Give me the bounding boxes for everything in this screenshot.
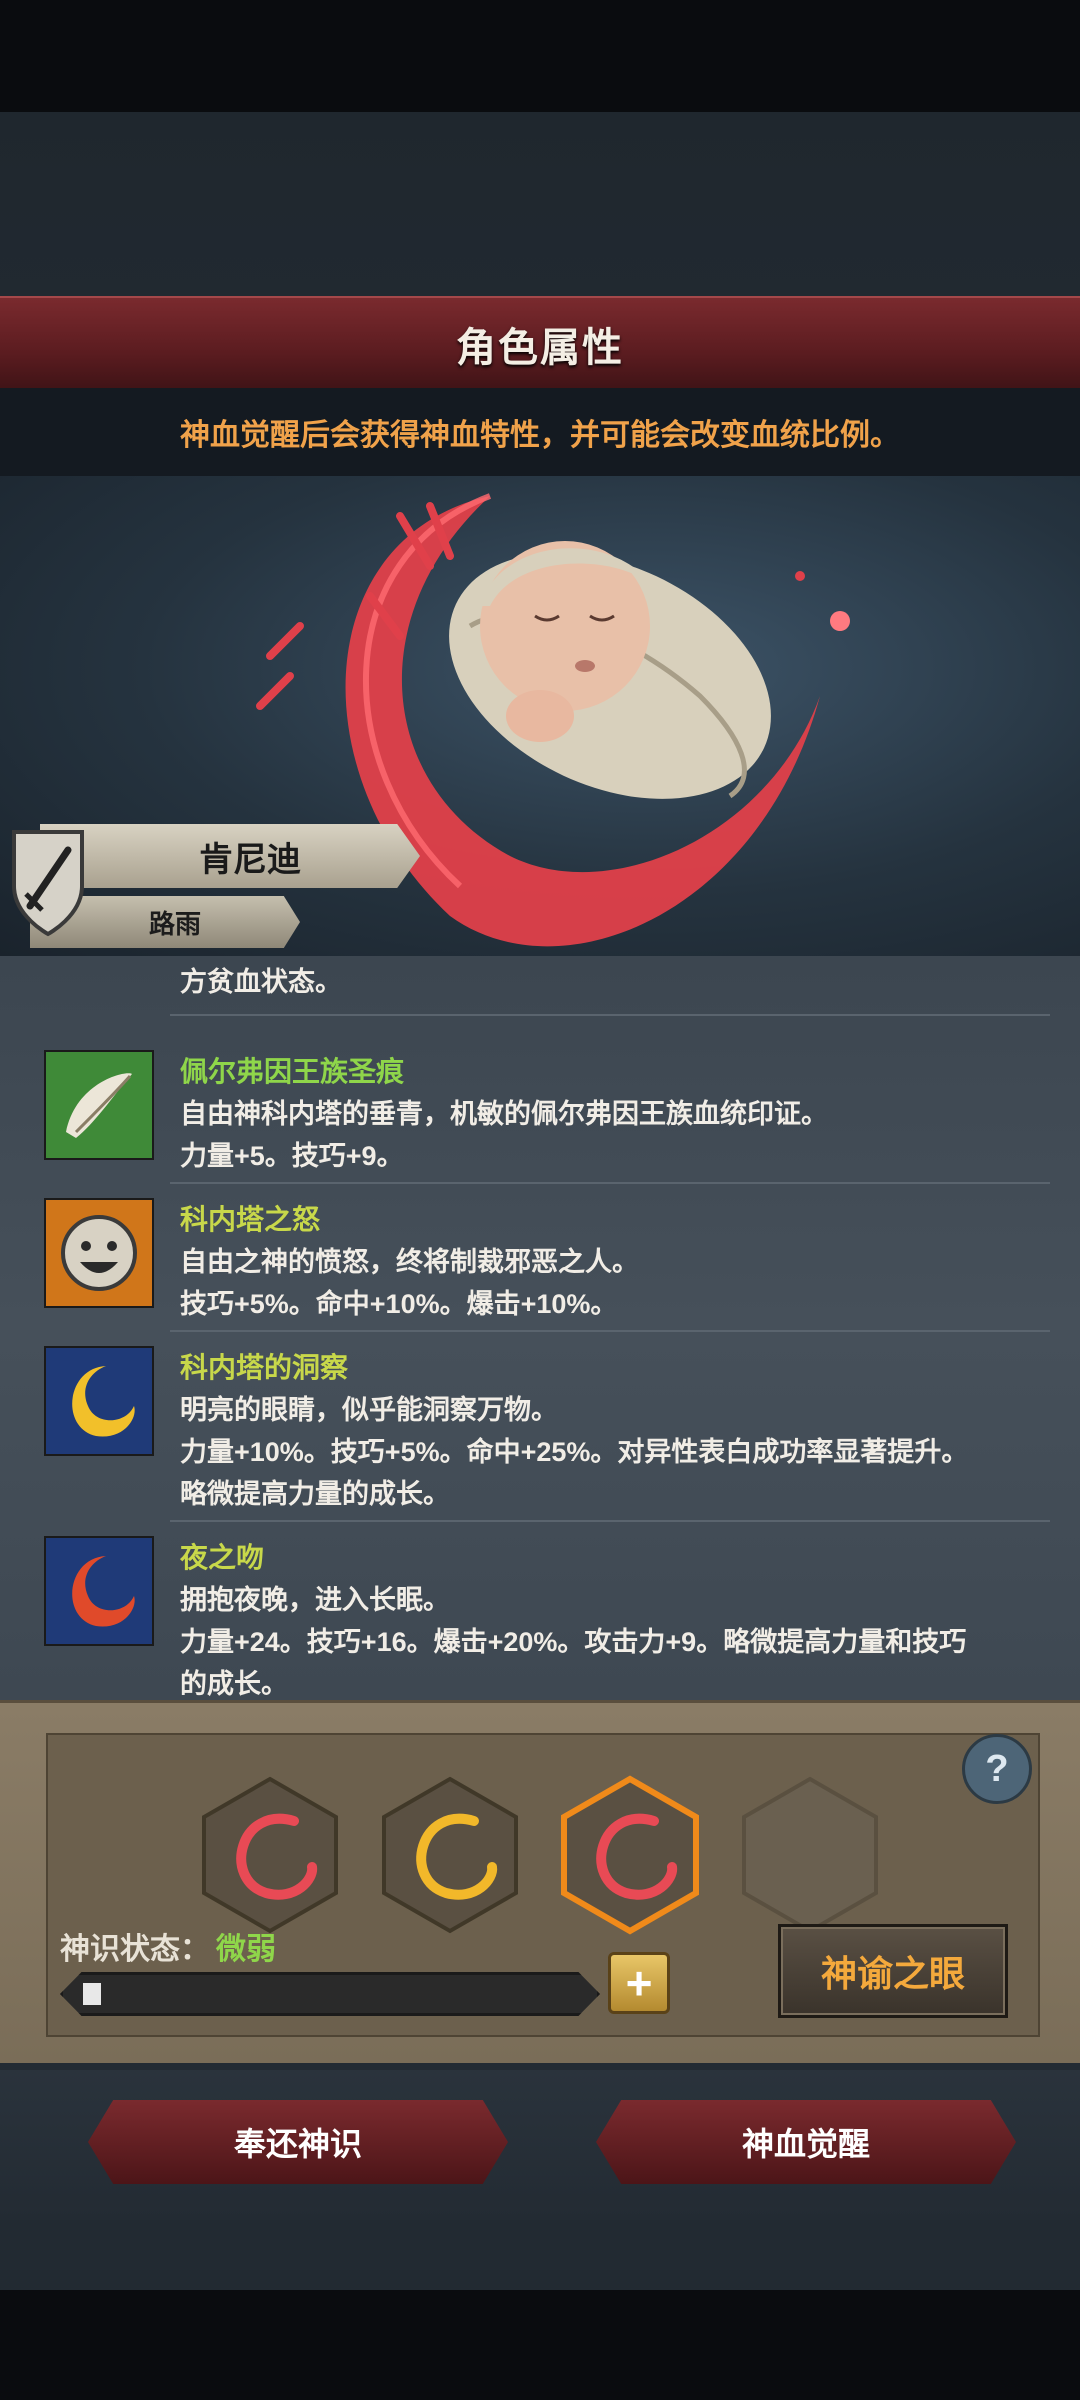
title-banner: 角色属性 [0,296,1080,392]
trait-name: 夜之吻 [180,1542,265,1573]
character-title: 路雨 [148,908,201,939]
baby-hand [506,690,574,742]
divider [170,1330,1050,1332]
trait-list[interactable]: 方贫血状态。 佩尔弗因王族圣痕 自由神科内塔的垂青，机敏的佩尔弗因王族血统印证。… [0,956,1080,1700]
trait-desc-cut: 方贫血状态。 [180,967,342,997]
trait-name: 佩尔弗因王族圣痕 [180,1056,405,1087]
trait-name: 科内塔的洞察 [180,1352,349,1383]
trait-desc: 自由之神的愤怒，终将制裁邪恶之人。 [180,1247,639,1277]
name-plate-bg: 肯尼迪 [40,824,420,888]
character-name: 肯尼迪 [199,840,301,879]
status-value: 微弱 [216,1933,276,1966]
oracle-eye-label: 神谕之眼 [820,1953,965,1994]
blood-slot-empty[interactable] [740,1775,880,1935]
feather-icon [44,1050,154,1160]
notice-bar: 神血觉醒后会获得神血特性，并可能会改变血统比例。 [0,388,1080,476]
smile-face-icon [44,1198,154,1308]
return-divine-sense-button[interactable]: 奉还神识 [88,2100,508,2184]
trait-name: 科内塔之怒 [180,1204,321,1235]
divider [170,1182,1050,1184]
trait-stats: 技巧+5%。命中+10%。爆击+10%。 [180,1289,618,1319]
progress-fill [83,1983,101,2005]
page-title: 角色属性 [456,326,624,370]
crescent-moon-icon [44,1346,154,1456]
mouth [575,660,595,672]
blood-slot-gold[interactable] [380,1775,520,1935]
divider [170,1014,1050,1016]
trait-stats: 力量+5。技巧+9。 [180,1141,404,1171]
oracle-eye-button[interactable]: 神谕之眼 [778,1924,1008,2018]
awaken-label: 神血觉醒 [741,2126,870,2162]
blood-slot-selected[interactable] [560,1775,700,1935]
status-label: 神识状态： [60,1933,210,1966]
return-label: 奉还神识 [233,2126,362,2162]
trait-growth: 略微提高力量的成长。 [180,1479,450,1509]
trait-desc: 明亮的眼睛，似乎能洞察万物。 [180,1395,558,1425]
trait-stats: 力量+24。技巧+16。爆击+20%。攻击力+9。略微提高力量和技巧 [180,1627,967,1657]
blood-drop [795,571,805,581]
divider [170,1520,1050,1522]
add-button[interactable]: + [608,1952,670,2014]
blood-awaken-button[interactable]: 神血觉醒 [596,2100,1016,2184]
help-button[interactable]: ? [962,1734,1032,1804]
trait-desc: 拥抱夜晚，进入长眠。 [180,1585,450,1615]
divine-sense-progress [60,1972,600,2016]
blood-slot-red[interactable] [200,1775,340,1935]
trait-desc: 自由神科内塔的垂青，机敏的佩尔弗因王族血统印证。 [180,1099,828,1129]
trait-stats: 力量+10%。技巧+5%。命中+25%。对异性表白成功率显著提升。 [180,1437,969,1467]
notice-text: 神血觉醒后会获得神血特性，并可能会改变血统比例。 [180,419,900,452]
trait-growth: 的成长。 [180,1669,288,1699]
sword-shield-icon [12,830,84,937]
sparkle-icon [830,611,850,631]
red-moon-icon [44,1536,154,1646]
